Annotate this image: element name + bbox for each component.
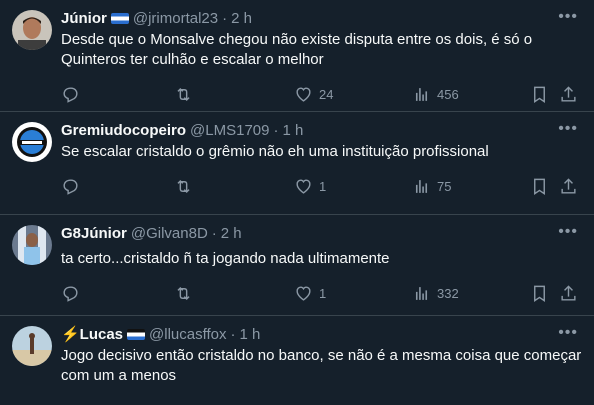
- tweet-text: Jogo decisivo então cristaldo no banco, …: [61, 347, 582, 384]
- bookmark-button[interactable]: [530, 284, 549, 303]
- bookmark-button[interactable]: [530, 177, 549, 196]
- like-count: 24: [319, 86, 334, 102]
- tweet[interactable]: Júnior @jrimortal23 · 2 h ••• Desde que …: [0, 0, 594, 112]
- display-name[interactable]: G8Júnior: [61, 225, 127, 242]
- reply-button[interactable]: [61, 284, 80, 303]
- avatar[interactable]: [12, 326, 52, 366]
- avatar[interactable]: [12, 10, 52, 50]
- flag-icon: [110, 12, 129, 24]
- like-icon: [296, 86, 311, 102]
- more-icon[interactable]: •••: [558, 223, 578, 241]
- timestamp[interactable]: 2 h: [221, 225, 242, 242]
- retweet-icon: [177, 286, 190, 300]
- display-name[interactable]: Gremiudocopeiro: [61, 122, 186, 139]
- bookmark-icon: [534, 178, 545, 195]
- views-button[interactable]: 75: [412, 177, 451, 196]
- tweet[interactable]: ⚡Lucas @llucasffox · 1 h ••• Jogo decisi…: [0, 316, 594, 405]
- timestamp[interactable]: 1 h: [240, 326, 261, 343]
- like-count: 1: [319, 285, 327, 301]
- user-handle[interactable]: @jrimortal23: [133, 10, 218, 27]
- share-icon: [561, 85, 576, 102]
- view-count: 332: [437, 285, 459, 301]
- retweet-button[interactable]: [174, 284, 193, 303]
- views-icon: [415, 286, 428, 300]
- avatar[interactable]: [12, 225, 52, 265]
- user-handle[interactable]: @LMS1709: [190, 122, 269, 139]
- tweet-actions: 1 75: [61, 165, 582, 207]
- display-name[interactable]: Júnior: [61, 10, 107, 27]
- more-icon[interactable]: •••: [558, 8, 578, 26]
- tweet-actions: 1 332: [61, 272, 582, 314]
- reply-button[interactable]: [61, 177, 80, 196]
- reply-icon: [63, 285, 78, 302]
- tweet-text: Se escalar cristaldo o grêmio não eh uma…: [61, 143, 489, 160]
- like-button[interactable]: 1: [294, 177, 326, 196]
- share-button[interactable]: [559, 177, 578, 196]
- separator-dot: ·: [273, 121, 279, 139]
- like-button[interactable]: 24: [294, 85, 333, 104]
- views-button[interactable]: 332: [412, 284, 459, 303]
- user-handle[interactable]: @llucasffox: [149, 326, 226, 343]
- bookmark-icon: [534, 86, 545, 103]
- like-icon: [296, 178, 311, 194]
- more-icon[interactable]: •••: [558, 324, 578, 342]
- flag-icon: [127, 328, 146, 340]
- like-icon: [296, 285, 311, 301]
- timestamp[interactable]: 1 h: [282, 122, 303, 139]
- timestamp[interactable]: 2 h: [231, 10, 252, 27]
- user-handle[interactable]: @Gilvan8D: [131, 225, 208, 242]
- retweet-icon: [177, 87, 190, 101]
- avatar[interactable]: [12, 122, 52, 162]
- tweet-text: ta certo...cristaldo ñ ta jogando nada u…: [61, 250, 390, 267]
- separator-dot: ·: [211, 224, 217, 242]
- reply-icon: [63, 86, 78, 103]
- bookmark-button[interactable]: [530, 85, 549, 104]
- retweet-icon: [177, 179, 190, 193]
- share-icon: [561, 284, 576, 301]
- views-icon: [415, 179, 428, 193]
- view-count: 456: [437, 86, 459, 102]
- tweet-actions: 24 456: [61, 73, 582, 115]
- tweet[interactable]: G8Júnior @Gilvan8D · 2 h ••• ta certo...…: [0, 215, 594, 316]
- like-count: 1: [319, 178, 327, 194]
- share-icon: [561, 177, 576, 194]
- reply-button[interactable]: [61, 85, 80, 104]
- bookmark-icon: [534, 285, 545, 302]
- share-button[interactable]: [559, 284, 578, 303]
- reply-icon: [63, 178, 78, 195]
- separator-dot: ·: [222, 9, 228, 27]
- retweet-button[interactable]: [174, 85, 193, 104]
- like-button[interactable]: 1: [294, 284, 326, 303]
- view-count: 75: [437, 178, 452, 194]
- tweet-text: Desde que o Monsalve chegou não existe d…: [61, 31, 533, 68]
- more-icon[interactable]: •••: [558, 120, 578, 138]
- retweet-button[interactable]: [174, 177, 193, 196]
- tweet[interactable]: Gremiudocopeiro @LMS1709 · 1 h ••• Se es…: [0, 112, 594, 215]
- views-button[interactable]: 456: [412, 85, 459, 104]
- share-button[interactable]: [559, 85, 578, 104]
- views-icon: [415, 87, 428, 101]
- display-name[interactable]: ⚡Lucas: [61, 325, 123, 343]
- separator-dot: ·: [230, 325, 236, 343]
